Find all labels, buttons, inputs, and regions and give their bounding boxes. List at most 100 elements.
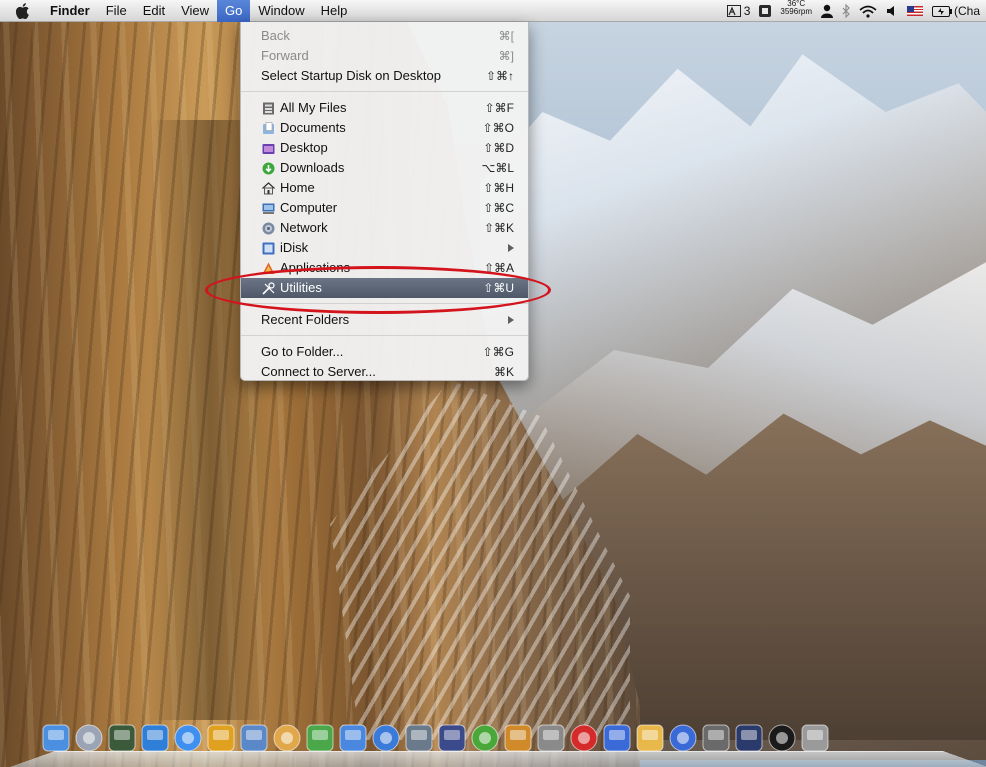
textedit-icon[interactable] <box>634 720 666 756</box>
apple-menu-icon[interactable] <box>0 0 46 22</box>
menu-item-label: Recent Folders <box>261 312 350 327</box>
menu-separator <box>241 335 528 336</box>
menu-help[interactable]: Help <box>313 0 356 22</box>
terminal-icon[interactable] <box>766 720 798 756</box>
safari-icon[interactable] <box>172 720 204 756</box>
menu-item-downloads[interactable]: Downloads ⌥⌘L <box>241 158 528 178</box>
battery-status[interactable]: (Cha <box>931 0 980 22</box>
spaces-count: 3 <box>743 4 751 18</box>
menu-item-label: Downloads <box>280 160 345 175</box>
home-icon <box>261 181 276 195</box>
computer-icon <box>261 201 276 215</box>
menu-window[interactable]: Window <box>250 0 312 22</box>
camino-icon[interactable] <box>337 720 369 756</box>
menu-view[interactable]: View <box>173 0 217 22</box>
menu-item-back[interactable]: Back ⌘[ <box>241 26 528 46</box>
menu-item-documents[interactable]: Documents ⇧⌘O <box>241 118 528 138</box>
garageband-icon[interactable] <box>304 720 336 756</box>
menu-item-label: Back <box>261 28 290 43</box>
launchpad-icon[interactable] <box>73 720 105 756</box>
app-store-icon[interactable] <box>139 720 171 756</box>
monitor-status-icon[interactable] <box>759 0 772 22</box>
network-icon <box>261 221 276 235</box>
notes-icon[interactable] <box>667 720 699 756</box>
menu-item-shortcut: ⇧⌘O <box>482 121 514 135</box>
acrobat-icon[interactable] <box>568 720 600 756</box>
volume-icon[interactable] <box>886 0 898 22</box>
dock <box>10 720 986 767</box>
menu-item-label: Documents <box>280 120 346 135</box>
menu-edit[interactable]: Edit <box>135 0 173 22</box>
bluetooth-icon[interactable] <box>842 0 850 22</box>
user-icon[interactable] <box>820 0 833 22</box>
menu-item-shortcut: ⇧⌘C <box>483 201 514 215</box>
menu-file[interactable]: File <box>98 0 135 22</box>
menu-item-recent-folders[interactable]: Recent Folders <box>241 310 528 330</box>
cameras-icon[interactable] <box>733 720 765 756</box>
menu-item-connect-to-server[interactable]: Connect to Server... ⌘K <box>241 362 528 382</box>
menu-item-label: Computer <box>280 200 338 215</box>
menu-bar: Finder File Edit View Go Window Help 3 3… <box>0 0 986 22</box>
menu-item-applications[interactable]: Applications ⇧⌘A <box>241 258 528 278</box>
go-menu-dropdown: Back ⌘[ Forward ⌘] Select Startup Disk o… <box>240 22 529 381</box>
menu-item-shortcut: ⇧⌘G <box>482 345 514 359</box>
menu-item-shortcut: ⇧⌘U <box>483 281 514 295</box>
menu-item-home[interactable]: Home ⇧⌘H <box>241 178 528 198</box>
menu-item-label: Go to Folder... <box>261 344 344 359</box>
menu-item-shortcut: ⌘] <box>498 49 514 63</box>
menu-item-go-to-folder[interactable]: Go to Folder... ⇧⌘G <box>241 342 528 362</box>
desktop-icon <box>261 141 276 155</box>
chrome-icon[interactable] <box>205 720 237 756</box>
menu-go[interactable]: Go <box>217 0 251 22</box>
aperture-icon[interactable] <box>436 720 468 756</box>
numbers-icon[interactable] <box>469 720 501 756</box>
menu-item-label: iDisk <box>280 240 309 255</box>
menu-item-forward[interactable]: Forward ⌘] <box>241 46 528 66</box>
menu-item-label: Select Startup Disk on Desktop <box>261 68 441 83</box>
menu-item-label: Network <box>280 220 328 235</box>
menu-item-desktop[interactable]: Desktop ⇧⌘D <box>241 138 528 158</box>
menu-item-label: Connect to Server... <box>261 364 376 379</box>
documents-icon <box>261 121 276 135</box>
activity-monitor-icon[interactable] <box>106 720 138 756</box>
all-my-files-icon <box>261 101 276 115</box>
menu-item-all-my-files[interactable]: All My Files ⇧⌘F <box>241 98 528 118</box>
menu-separator <box>241 91 528 92</box>
menu-item-idisk[interactable]: iDisk <box>241 238 528 258</box>
finder-icon[interactable] <box>40 720 72 756</box>
menu-item-network[interactable]: Network ⇧⌘K <box>241 218 528 238</box>
spaces-status[interactable]: 3 <box>726 0 751 22</box>
menu-item-shortcut: ⇧⌘H <box>483 181 514 195</box>
idisk-icon <box>261 241 276 255</box>
menu-item-computer[interactable]: Computer ⇧⌘C <box>241 198 528 218</box>
iphoto-icon[interactable] <box>403 720 435 756</box>
menu-item-shortcut: ⇧⌘A <box>483 261 514 275</box>
menu-item-shortcut: ⇧⌘D <box>483 141 514 155</box>
keynote-icon[interactable] <box>502 720 534 756</box>
itunes-icon[interactable] <box>370 720 402 756</box>
system-preferences-icon[interactable] <box>535 720 567 756</box>
spaces-icon <box>726 5 741 17</box>
submenu-arrow-icon <box>508 244 514 252</box>
utilities-icon <box>261 281 276 295</box>
trash-icon[interactable] <box>799 720 831 756</box>
preview-icon[interactable] <box>238 720 270 756</box>
pages-icon[interactable] <box>271 720 303 756</box>
menu-item-utilities[interactable]: Utilities ⇧⌘U <box>241 278 528 298</box>
input-source-flag-icon[interactable] <box>906 0 923 22</box>
applications-icon <box>261 261 276 275</box>
submenu-arrow-icon <box>508 316 514 324</box>
status-menus: 3 36°C 3596rpm (Cha <box>726 0 986 22</box>
menu-finder[interactable]: Finder <box>46 0 98 22</box>
menu-item-label: Utilities <box>280 280 322 295</box>
menu-item-shortcut: ⌘[ <box>498 29 514 43</box>
menu-separator <box>241 303 528 304</box>
menu-item-select-startup-disk[interactable]: Select Startup Disk on Desktop ⇧⌘↑ <box>241 66 528 86</box>
time-machine-icon[interactable] <box>700 720 732 756</box>
fan-speed-value: 3596rpm <box>780 7 812 16</box>
dock-icons <box>40 720 831 760</box>
temperature-readout[interactable]: 36°C 3596rpm <box>780 0 812 22</box>
menu-item-label: Forward <box>261 48 309 63</box>
xcode-icon[interactable] <box>601 720 633 756</box>
wifi-icon[interactable] <box>859 0 877 22</box>
